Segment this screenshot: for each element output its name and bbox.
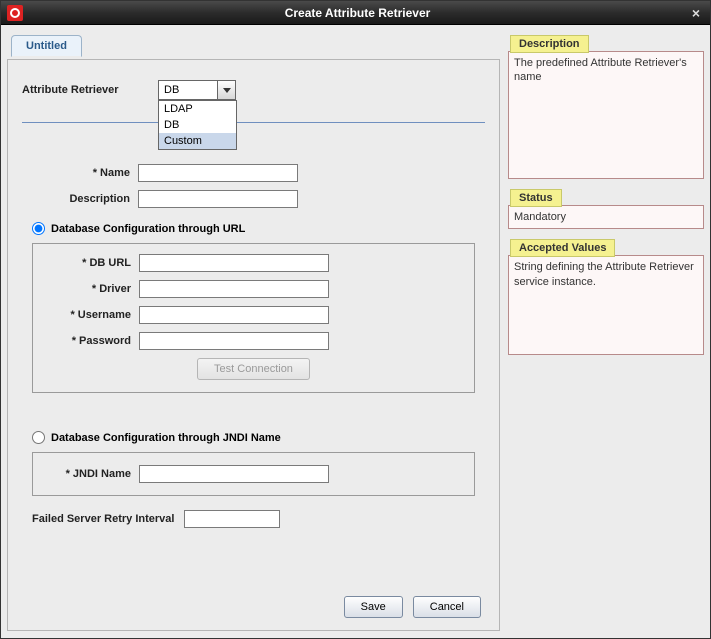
info-accepted: Accepted Values String defining the Attr… [508,239,704,355]
dialog-buttons: Save Cancel [344,596,481,618]
jndi-label: * JNDI Name [43,468,139,480]
info-accepted-title: Accepted Values [510,239,615,257]
right-pane: Description The predefined Attribute Ret… [508,31,704,632]
oracle-icon [7,5,23,21]
window-title: Create Attribute Retriever [29,6,686,20]
window-titlebar: Create Attribute Retriever × [1,1,710,25]
info-description: Description The predefined Attribute Ret… [508,35,704,179]
chevron-down-icon[interactable] [217,81,235,99]
info-status-body: Mandatory [508,205,704,229]
retry-label: Failed Server Retry Interval [32,513,184,525]
name-label: * Name [18,167,138,179]
password-label: * Password [43,335,139,347]
radio-db-url[interactable] [32,222,45,235]
content-area: Untitled Attribute Retriever DB LDAP DB … [1,25,710,638]
save-button[interactable]: Save [344,596,403,618]
retry-input[interactable] [184,510,280,528]
db-url-label: * DB URL [43,257,139,269]
db-url-group: * DB URL * Driver * Username * Password … [32,243,475,393]
description-input[interactable] [138,190,298,208]
close-icon[interactable]: × [686,5,706,21]
info-status-title: Status [510,189,562,207]
radio-jndi[interactable] [32,431,45,444]
password-input[interactable] [139,332,329,350]
option-custom[interactable]: Custom [159,133,236,149]
attribute-retriever-value: DB [164,84,179,96]
description-label: Description [18,193,138,205]
radio-db-url-label: Database Configuration through URL [51,223,245,235]
username-input[interactable] [139,306,329,324]
radio-jndi-label: Database Configuration through JNDI Name [51,432,281,444]
tab-strip: Untitled [7,31,500,59]
name-input[interactable] [138,164,298,182]
info-description-title: Description [510,35,589,53]
option-ldap[interactable]: LDAP [159,101,236,117]
jndi-input[interactable] [139,465,329,483]
test-connection-button[interactable]: Test Connection [197,358,310,380]
main-panel: Attribute Retriever DB LDAP DB Custom * … [7,59,500,631]
username-label: * Username [43,309,139,321]
driver-label: * Driver [43,283,139,295]
db-url-input[interactable] [139,254,329,272]
info-accepted-body: String defining the Attribute Retriever … [508,255,704,355]
driver-input[interactable] [139,280,329,298]
attribute-retriever-dropdown: LDAP DB Custom [158,100,237,150]
left-pane: Untitled Attribute Retriever DB LDAP DB … [7,31,500,632]
info-status: Status Mandatory [508,189,704,229]
info-description-body: The predefined Attribute Retriever's nam… [508,51,704,179]
tab-untitled[interactable]: Untitled [11,35,82,57]
jndi-group: * JNDI Name [32,452,475,496]
cancel-button[interactable]: Cancel [413,596,481,618]
option-db[interactable]: DB [159,117,236,133]
attribute-retriever-label: Attribute Retriever [18,84,158,96]
attribute-retriever-select[interactable]: DB LDAP DB Custom [158,80,236,100]
